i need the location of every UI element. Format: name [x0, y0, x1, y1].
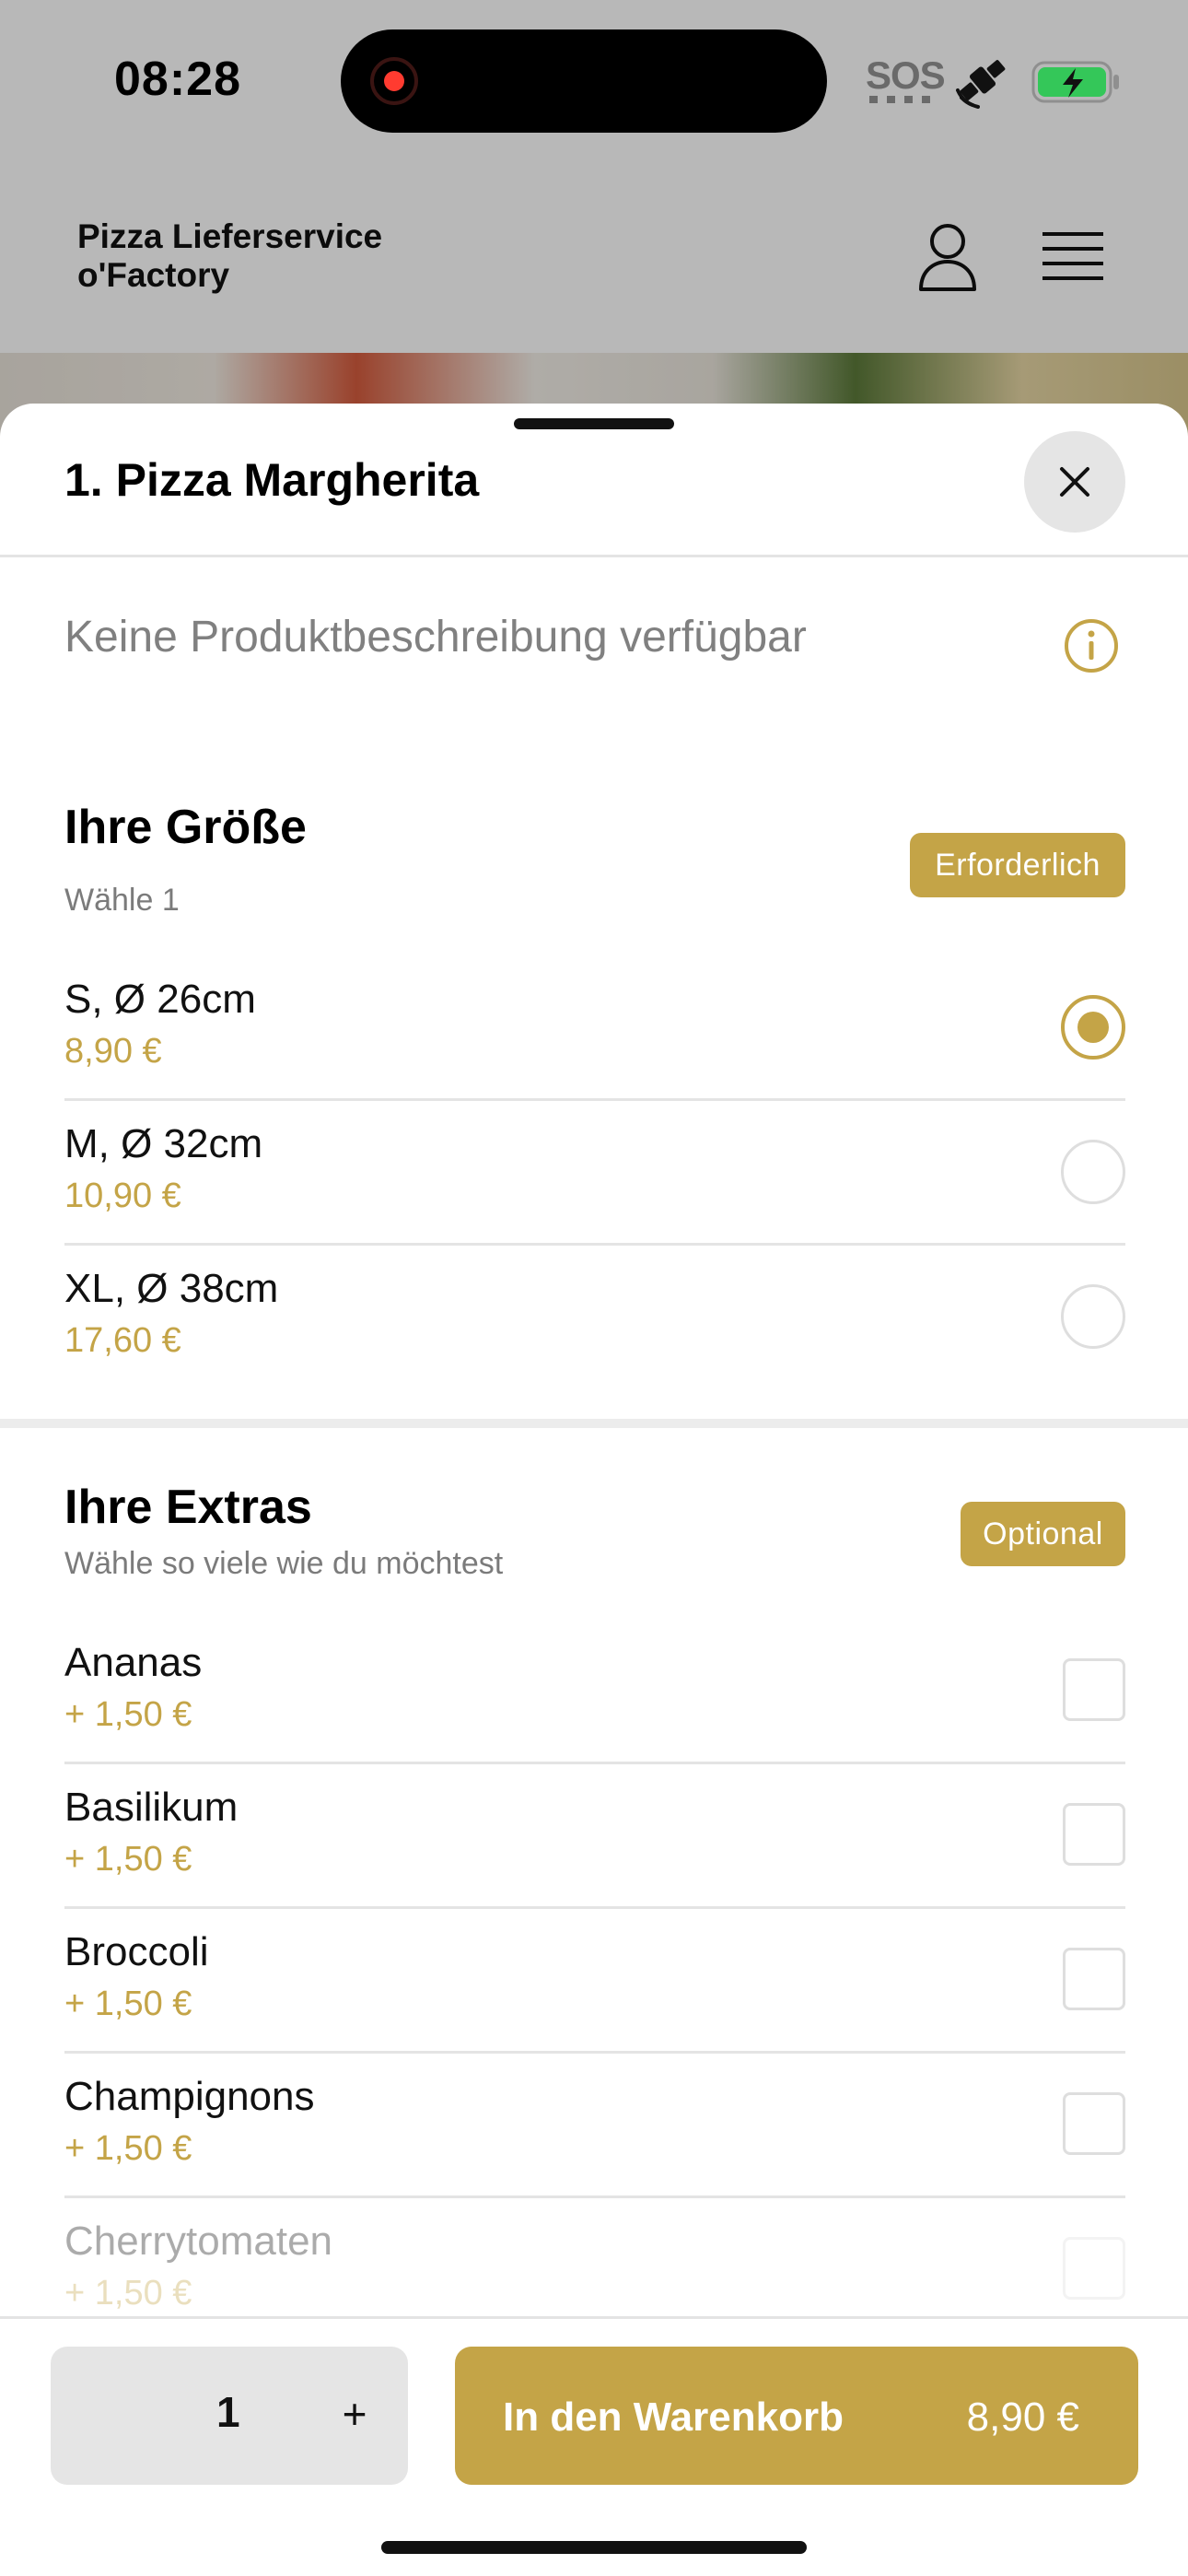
add-to-cart-button[interactable]: In den Warenkorb 8,90 € — [455, 2347, 1138, 2485]
optional-badge: Optional — [961, 1502, 1125, 1566]
sheet-grabber[interactable] — [514, 418, 674, 429]
size-option[interactable]: M, Ø 32cm 10,90 € — [64, 1101, 1125, 1246]
size-option-price: 8,90 € — [64, 1032, 162, 1071]
quantity-stepper[interactable]: 1 + — [51, 2347, 408, 2485]
status-time: 08:28 — [114, 53, 241, 106]
extra-item-name: Ananas — [64, 1640, 203, 1685]
extra-item-price: + 1,50 € — [64, 1985, 192, 2023]
order-footer: 1 + In den Warenkorb 8,90 € — [0, 2316, 1188, 2576]
add-to-cart-label: In den Warenkorb — [503, 2395, 844, 2440]
size-option-price: 17,60 € — [64, 1321, 181, 1360]
checkbox[interactable] — [1063, 2237, 1125, 2300]
extra-item-price: + 1,50 € — [64, 1695, 192, 1734]
product-title: 1. Pizza Margherita — [64, 454, 480, 506]
size-option-name: M, Ø 32cm — [64, 1121, 263, 1166]
extra-item-name: Broccoli — [64, 1929, 209, 1974]
extra-item-price: + 1,50 € — [64, 2274, 192, 2313]
extra-item-name: Champignons — [64, 2074, 315, 2119]
size-section-subtitle: Wähle 1 — [64, 883, 180, 918]
extra-item-price: + 1,50 € — [64, 1840, 192, 1879]
satellite-icon — [956, 60, 1006, 109]
divider — [0, 555, 1188, 557]
section-separator — [0, 1419, 1188, 1428]
extra-item-name: Basilikum — [64, 1785, 239, 1830]
size-option-name: S, Ø 26cm — [64, 977, 256, 1022]
product-description: Keine Produktbeschreibung verfügbar — [64, 613, 807, 662]
extra-item[interactable]: Champignons + 1,50 € — [64, 2054, 1125, 2198]
radio-button[interactable] — [1061, 1284, 1125, 1349]
quantity-value: 1 — [216, 2388, 240, 2436]
checkbox[interactable] — [1063, 1658, 1125, 1721]
checkbox[interactable] — [1063, 1948, 1125, 2010]
signal-dots — [869, 96, 930, 103]
sos-indicator: SOS — [866, 53, 946, 97]
checkbox[interactable] — [1063, 2092, 1125, 2155]
product-sheet: 1. Pizza Margherita Keine Produktbeschre… — [0, 404, 1188, 2576]
extra-item-name: Cherrytomaten — [64, 2219, 333, 2264]
extra-item-price: + 1,50 € — [64, 2129, 192, 2168]
size-option[interactable]: XL, Ø 38cm 17,60 € — [64, 1246, 1125, 1390]
radio-button-selected[interactable] — [1061, 995, 1125, 1060]
info-icon[interactable] — [1063, 617, 1120, 674]
size-option-price: 10,90 € — [64, 1177, 181, 1215]
close-button[interactable] — [1024, 431, 1125, 533]
extra-item[interactable]: Ananas + 1,50 € — [64, 1620, 1125, 1764]
extras-section-subtitle: Wähle so viele wie du möchtest — [64, 1546, 504, 1581]
extra-item[interactable]: Broccoli + 1,50 € — [64, 1909, 1125, 2054]
battery-charging-icon — [1031, 61, 1119, 103]
extras-section-title: Ihre Extras — [64, 1481, 312, 1534]
increase-quantity-button[interactable]: + — [327, 2382, 382, 2446]
screen-recording-icon — [370, 57, 418, 105]
size-option-name: XL, Ø 38cm — [64, 1266, 279, 1311]
radio-button[interactable] — [1061, 1140, 1125, 1204]
size-option[interactable]: S, Ø 26cm 8,90 € — [64, 956, 1125, 1101]
size-section-title: Ihre Größe — [64, 801, 307, 854]
close-icon — [1060, 467, 1089, 497]
home-indicator[interactable] — [381, 2541, 807, 2554]
checkbox[interactable] — [1063, 1803, 1125, 1866]
add-to-cart-price: 8,90 € — [966, 2395, 1079, 2440]
required-badge: Erforderlich — [910, 833, 1125, 897]
extra-item[interactable]: Basilikum + 1,50 € — [64, 1764, 1125, 1909]
